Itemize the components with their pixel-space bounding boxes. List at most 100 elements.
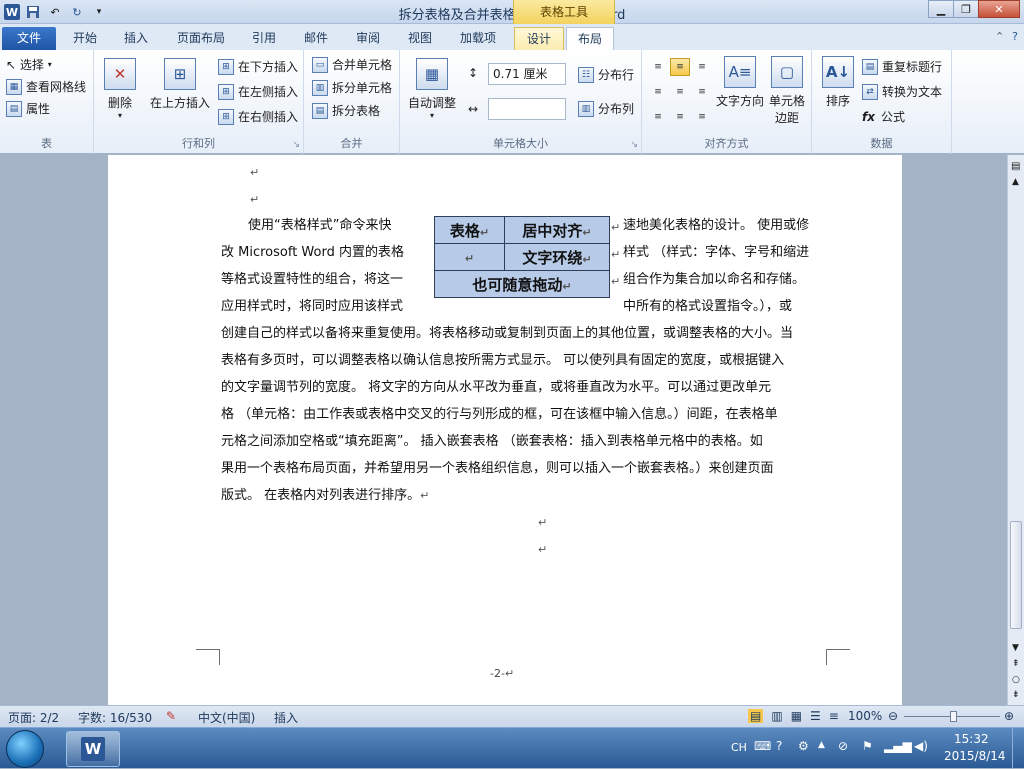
floating-table[interactable]: 表格↵ 居中对齐↵ ↵ 文字环绕↵ 也可随意拖动↵ <box>434 216 610 298</box>
scroll-down-icon[interactable]: ▼ <box>1012 643 1019 653</box>
print-layout-icon[interactable]: ▤ <box>748 709 764 723</box>
align-bottom-left-icon[interactable]: ≡ <box>648 108 668 126</box>
text-line[interactable]: 创建自己的样式以备将来重复使用。将表格移动或复制到页面上的其他位置，或调整表格的… <box>221 320 793 347</box>
page[interactable]: ↵ ↵ 使用“表格样式”命令来快 改 Microsoft Word 内置的表格 … <box>108 155 902 705</box>
scroll-thumb[interactable] <box>1010 521 1022 629</box>
text-line[interactable]: 的文字量调节列的宽度。 将文字的方向从水平改为垂直，或将垂直改为水平。可以通过更… <box>221 374 771 401</box>
restore-button[interactable]: ❐ <box>953 0 979 18</box>
tab-addins[interactable]: 加载项 <box>450 27 506 50</box>
text-line[interactable]: 元格之间添加空格或“填充距离”。 插入嵌套表格 （嵌套表格：插入到表格单元格中的… <box>221 428 763 455</box>
table-cell[interactable]: ↵ <box>434 243 505 271</box>
table-cell[interactable]: 表格↵ <box>434 216 505 244</box>
autofit-button[interactable]: ▦ 自动调整 ▾ <box>404 58 460 120</box>
vertical-scrollbar[interactable]: ▤ ▲ ▼ ⇞ ○ ⇟ <box>1007 155 1024 705</box>
zoom-slider-thumb[interactable] <box>950 711 957 722</box>
proofing-icon[interactable]: ✎ <box>166 709 176 723</box>
show-hidden-icons[interactable]: ▲ <box>818 740 825 750</box>
ruler-toggle-icon[interactable]: ▤ <box>1011 161 1020 172</box>
word-count[interactable]: 字数: 16/530 <box>78 709 152 726</box>
text-line[interactable]: 格 （单元格：由工作表或表格中交叉的行与列形成的框，可在该框中输入信息。）间距，… <box>221 401 778 428</box>
zoom-out-icon[interactable]: ⊖ <box>888 709 898 723</box>
tab-mailings[interactable]: 邮件 <box>294 27 338 50</box>
cell-margins-button[interactable]: ▢ 单元格 边距 <box>766 56 808 126</box>
tab-file[interactable]: 文件 <box>2 27 56 50</box>
text-line[interactable]: 速地美化表格的设计。 使用或修 <box>623 212 809 239</box>
web-layout-icon[interactable]: ▦ <box>791 709 802 723</box>
page-count[interactable]: 页面: 2/2 <box>8 709 59 726</box>
tab-layout[interactable]: 布局 <box>566 27 614 51</box>
tab-design[interactable]: 设计 <box>514 27 564 50</box>
tab-view[interactable]: 视图 <box>398 27 442 50</box>
align-middle-right-icon[interactable]: ≡ <box>692 83 712 101</box>
previous-page-icon[interactable]: ⇞ <box>1012 659 1020 669</box>
convert-to-text-button[interactable]: ⇄ 转换为文本 <box>862 83 942 100</box>
split-table-button[interactable]: ▤ 拆分表格 <box>312 102 380 119</box>
tab-page-layout[interactable]: 页面布局 <box>170 27 232 50</box>
table-cell[interactable]: 也可随意拖动↵ <box>434 270 610 298</box>
view-gridlines-button[interactable]: ▦ 查看网格线 <box>6 78 86 95</box>
align-top-right-icon[interactable]: ≡ <box>692 58 712 76</box>
tab-review[interactable]: 审阅 <box>346 27 390 50</box>
language-indicator[interactable]: 中文(中国) <box>198 709 255 726</box>
text-line[interactable]: 样式 （样式：字体、字号和缩进 <box>623 239 809 266</box>
close-button[interactable]: ✕ <box>978 0 1020 18</box>
text-line[interactable]: 版式。 在表格内对列表进行排序。↵ <box>221 482 429 509</box>
dialog-launcher-icon[interactable]: ↘ <box>292 140 300 150</box>
document-area[interactable]: ↵ ↵ 使用“表格样式”命令来快 改 Microsoft Word 内置的表格 … <box>0 155 1007 705</box>
ribbon-minimize-icon[interactable]: ⌃ <box>995 30 1004 43</box>
text-line[interactable]: 组合作为集合加以命名和存储。 <box>623 266 805 293</box>
keyboard-icon[interactable]: ⌨ <box>754 739 771 753</box>
security-icon[interactable]: ⊘ <box>838 739 848 753</box>
clock-time[interactable]: 15:32 <box>954 732 989 746</box>
help-icon[interactable]: ? <box>1012 30 1018 43</box>
select-button[interactable]: ↖ 选择 ▾ <box>6 56 52 73</box>
outline-icon[interactable]: ☰ <box>810 709 821 723</box>
text-line[interactable]: 中所有的格式设置指令。），或 <box>623 293 792 320</box>
start-button[interactable] <box>6 730 44 768</box>
dialog-launcher-icon[interactable]: ↘ <box>630 140 638 150</box>
table-cell[interactable]: 文字环绕↵ <box>504 243 610 271</box>
align-center-icon[interactable]: ≡ <box>670 83 690 101</box>
full-screen-reading-icon[interactable]: ▥ <box>771 709 782 723</box>
insert-mode-indicator[interactable]: 插入 <box>274 709 298 726</box>
row-height-spinner[interactable]: 0.71 厘米 <box>488 63 566 85</box>
sort-button[interactable]: A↓ 排序 <box>818 56 858 109</box>
column-width-spinner[interactable] <box>488 98 566 120</box>
table-cell[interactable]: 居中对齐↵ <box>504 216 610 244</box>
clock-date[interactable]: 2015/8/14 <box>944 749 1006 763</box>
text-line[interactable]: 等格式设置特性的组合，将这一 <box>221 266 403 293</box>
tab-insert[interactable]: 插入 <box>112 27 160 50</box>
insert-left-button[interactable]: ⊞ 在左侧插入 <box>218 83 298 100</box>
zoom-in-icon[interactable]: ⊕ <box>1004 709 1014 723</box>
text-direction-button[interactable]: A≡ 文字方向 <box>714 56 766 109</box>
volume-icon[interactable]: ◀) <box>914 739 928 753</box>
split-cells-button[interactable]: ▥ 拆分单元格 <box>312 79 392 96</box>
minimize-button[interactable]: ▁ <box>928 0 954 18</box>
settings-icon[interactable]: ⚙ <box>798 739 809 753</box>
properties-button[interactable]: ▤ 属性 <box>6 100 50 117</box>
merge-cells-button[interactable]: ▭ 合并单元格 <box>312 56 392 73</box>
text-line[interactable]: 改 Microsoft Word 内置的表格 <box>221 239 404 266</box>
tab-home[interactable]: 开始 <box>62 27 108 50</box>
network-icon[interactable]: ▂▄▆ <box>884 739 912 753</box>
scroll-up-icon[interactable]: ▲ <box>1012 177 1019 187</box>
repeat-header-button[interactable]: ▤ 重复标题行 <box>862 58 942 75</box>
taskbar-word-button[interactable]: W <box>66 731 120 767</box>
zoom-level[interactable]: 100% <box>848 709 882 723</box>
distribute-rows-button[interactable]: ☷ 分布行 <box>578 66 634 83</box>
align-top-center-icon[interactable]: ≡ <box>670 58 690 76</box>
show-desktop-button[interactable] <box>1012 728 1024 769</box>
help-tray-icon[interactable]: ? <box>776 739 782 753</box>
text-line[interactable]: 果用一个表格布局页面，并希望用另一个表格组织信息，则可以插入一个嵌套表格。）来创… <box>221 455 774 482</box>
flag-icon[interactable]: ⚑ <box>862 739 873 753</box>
align-middle-left-icon[interactable]: ≡ <box>648 83 668 101</box>
insert-above-button[interactable]: ⊞ 在上方插入 <box>148 58 212 111</box>
align-bottom-right-icon[interactable]: ≡ <box>692 108 712 126</box>
text-line[interactable]: 表格有多页时，可以调整表格以确认信息按所需方式显示。 可以使列具有固定的宽度，或… <box>221 347 784 374</box>
align-bottom-center-icon[interactable]: ≡ <box>670 108 690 126</box>
delete-button[interactable]: ✕ 删除 ▾ <box>100 58 140 120</box>
next-page-icon[interactable]: ⇟ <box>1012 690 1020 700</box>
text-line[interactable]: 应用样式时，将同时应用该样式 <box>221 293 403 320</box>
insert-right-button[interactable]: ⊞ 在右侧插入 <box>218 108 298 125</box>
text-line[interactable]: 使用“表格样式”命令来快 <box>248 212 391 239</box>
